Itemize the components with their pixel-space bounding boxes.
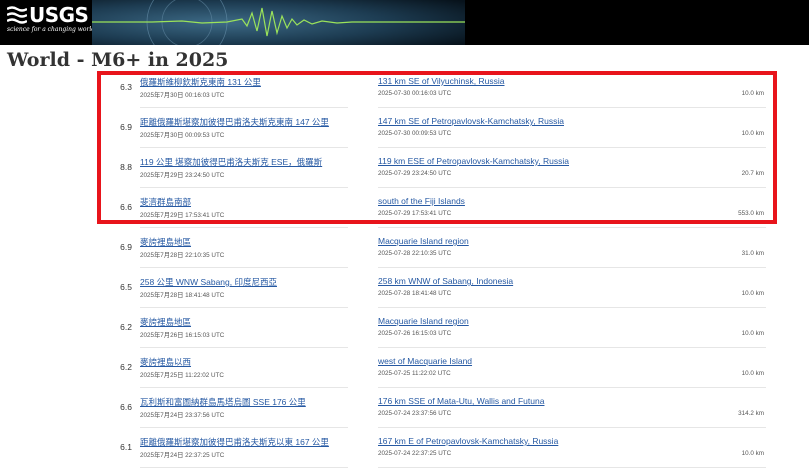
magnitude: 6.9 — [120, 122, 132, 132]
event-local-cell: 距離俄羅斯堪察加彼得巴甫洛夫斯克東南 147 公里 2025年7月30日 00:… — [140, 110, 348, 148]
event-depth: 314.2 km — [738, 410, 764, 417]
event-local-cell: 麥誇裡島地區 2025年7月28日 22:10:35 UTC — [140, 230, 348, 268]
event-time-zh: 2025年7月24日 22:37:25 UTC — [140, 452, 225, 459]
event-english-cell: Macquarie Island region 2025-07-28 22:10… — [378, 230, 766, 268]
event-time-zh: 2025年7月30日 00:16:03 UTC — [140, 92, 225, 99]
event-english-cell: 167 km E of Petropavlovsk-Kamchatsky, Ru… — [378, 430, 766, 468]
event-english-cell: west of Macquarie Island 2025-07-25 11:2… — [378, 350, 766, 388]
place-link-zh[interactable]: 斐濟群島南部 — [140, 196, 191, 208]
magnitude: 6.2 — [120, 362, 132, 372]
event-time-en: 2025-07-29 23:24:50 UTC — [378, 170, 452, 177]
event-english-cell: south of the Fiji Islands 2025-07-29 17:… — [378, 190, 766, 228]
event-row[interactable]: 8.8 119 公里 堪察加彼得巴甫洛夫斯克 ESE，俄羅斯 2025年7月29… — [0, 150, 809, 190]
event-depth: 10.0 km — [741, 290, 764, 297]
event-time-zh: 2025年7月26日 16:15:03 UTC — [140, 332, 225, 339]
place-link-en[interactable]: 176 km SSE of Mata-Utu, Wallis and Futun… — [378, 396, 544, 406]
event-local-cell: 258 公里 WNW Sabang, 印度尼西亞 2025年7月28日 18:4… — [140, 270, 348, 308]
event-local-cell: 瓦利斯和富圖納群島馬塔烏圖 SSE 176 公里 2025年7月24日 23:3… — [140, 390, 348, 428]
event-time-en: 2025-07-28 18:41:48 UTC — [378, 290, 452, 297]
place-link-zh[interactable]: 麥誇裡島以西 — [140, 356, 191, 368]
event-row[interactable]: 6.6 瓦利斯和富圖納群島馬塔烏圖 SSE 176 公里 2025年7月24日 … — [0, 390, 809, 430]
place-link-zh[interactable]: 俄羅斯維柳欽斯克東南 131 公里 — [140, 76, 261, 88]
magnitude: 6.6 — [120, 402, 132, 412]
place-link-en[interactable]: 119 km ESE of Petropavlovsk-Kamchatsky, … — [378, 156, 569, 166]
event-depth: 553.0 km — [738, 210, 764, 217]
event-depth: 10.0 km — [741, 370, 764, 377]
usgs-wave-icon — [7, 6, 27, 24]
magnitude: 6.1 — [120, 442, 132, 452]
event-local-cell: 麥誇裡島以西 2025年7月25日 11:22:02 UTC — [140, 350, 348, 388]
place-link-en[interactable]: south of the Fiji Islands — [378, 196, 465, 206]
place-link-en[interactable]: 131 km SE of Vilyuchinsk, Russia — [378, 76, 504, 86]
event-time-zh: 2025年7月24日 23:37:56 UTC — [140, 412, 225, 419]
event-time-en: 2025-07-24 23:37:56 UTC — [378, 410, 452, 417]
logo-tagline: science for a changing world — [7, 26, 96, 33]
event-row[interactable]: 6.9 距離俄羅斯堪察加彼得巴甫洛夫斯克東南 147 公里 2025年7月30日… — [0, 110, 809, 150]
event-english-cell: Macquarie Island region 2025-07-26 16:15… — [378, 310, 766, 348]
event-time-en: 2025-07-29 17:53:41 UTC — [378, 210, 452, 217]
usgs-logo[interactable]: USGS science for a changing world — [7, 3, 96, 33]
event-depth: 31.0 km — [741, 250, 764, 257]
magnitude: 6.6 — [120, 202, 132, 212]
event-depth: 10.0 km — [741, 90, 764, 97]
place-link-zh[interactable]: 瓦利斯和富圖納群島馬塔烏圖 SSE 176 公里 — [140, 396, 306, 408]
place-link-zh[interactable]: 258 公里 WNW Sabang, 印度尼西亞 — [140, 276, 277, 288]
event-english-cell: 119 km ESE of Petropavlovsk-Kamchatsky, … — [378, 150, 766, 188]
event-depth: 20.7 km — [741, 170, 764, 177]
magnitude: 6.9 — [120, 242, 132, 252]
event-time-zh: 2025年7月25日 11:22:02 UTC — [140, 372, 224, 379]
place-link-zh[interactable]: 麥誇裡島地區 — [140, 316, 191, 328]
event-time-en: 2025-07-26 16:15:03 UTC — [378, 330, 452, 337]
event-english-cell: 147 km SE of Petropavlovsk-Kamchatsky, R… — [378, 110, 766, 148]
event-time-zh: 2025年7月29日 17:53:41 UTC — [140, 212, 225, 219]
place-link-zh[interactable]: 距離俄羅斯堪察加彼得巴甫洛夫斯克東南 147 公里 — [140, 116, 329, 128]
event-local-cell: 俄羅斯維柳欽斯克東南 131 公里 2025年7月30日 00:16:03 UT… — [140, 70, 348, 108]
event-row[interactable]: 6.2 麥誇裡島以西 2025年7月25日 11:22:02 UTC west … — [0, 350, 809, 390]
event-row[interactable]: 6.5 258 公里 WNW Sabang, 印度尼西亞 2025年7月28日 … — [0, 270, 809, 310]
seismogram-icon — [92, 0, 465, 45]
event-english-cell: 258 km WNW of Sabang, Indonesia 2025-07-… — [378, 270, 766, 308]
place-link-zh[interactable]: 距離俄羅斯堪察加彼得巴甫洛夫斯克以東 167 公里 — [140, 436, 329, 448]
event-english-cell: 131 km SE of Vilyuchinsk, Russia 2025-07… — [378, 70, 766, 108]
magnitude: 8.8 — [120, 162, 132, 172]
event-depth: 10.0 km — [741, 330, 764, 337]
event-row[interactable]: 6.1 距離俄羅斯堪察加彼得巴甫洛夫斯克以東 167 公里 2025年7月24日… — [0, 430, 809, 470]
event-local-cell: 斐濟群島南部 2025年7月29日 17:53:41 UTC — [140, 190, 348, 228]
event-time-zh: 2025年7月28日 22:10:35 UTC — [140, 252, 225, 259]
event-time-en: 2025-07-28 22:10:35 UTC — [378, 250, 452, 257]
place-link-zh[interactable]: 119 公里 堪察加彼得巴甫洛夫斯克 ESE，俄羅斯 — [140, 156, 322, 168]
place-link-en[interactable]: Macquarie Island region — [378, 236, 469, 246]
event-row[interactable]: 6.6 斐濟群島南部 2025年7月29日 17:53:41 UTC south… — [0, 190, 809, 230]
event-time-zh: 2025年7月29日 23:24:50 UTC — [140, 172, 225, 179]
place-link-en[interactable]: 258 km WNW of Sabang, Indonesia — [378, 276, 513, 286]
event-time-en: 2025-07-30 00:09:53 UTC — [378, 130, 452, 137]
place-link-zh[interactable]: 麥誇裡島地區 — [140, 236, 191, 248]
event-time-en: 2025-07-25 11:22:02 UTC — [378, 370, 451, 377]
event-time-zh: 2025年7月30日 00:09:53 UTC — [140, 132, 225, 139]
magnitude: 6.5 — [120, 282, 132, 292]
magnitude: 6.2 — [120, 322, 132, 332]
event-time-zh: 2025年7月28日 18:41:48 UTC — [140, 292, 225, 299]
event-depth: 10.0 km — [741, 130, 764, 137]
event-row[interactable]: 6.3 俄羅斯維柳欽斯克東南 131 公里 2025年7月30日 00:16:0… — [0, 70, 809, 110]
place-link-en[interactable]: Macquarie Island region — [378, 316, 469, 326]
event-time-en: 2025-07-30 00:16:03 UTC — [378, 90, 452, 97]
place-link-en[interactable]: west of Macquarie Island — [378, 356, 472, 366]
event-local-cell: 距離俄羅斯堪察加彼得巴甫洛夫斯克以東 167 公里 2025年7月24日 22:… — [140, 430, 348, 468]
site-header: USGS science for a changing world — [0, 0, 809, 45]
page-title: World - M6+ in 2025 — [7, 49, 229, 71]
event-english-cell: 176 km SSE of Mata-Utu, Wallis and Futun… — [378, 390, 766, 428]
event-row[interactable]: 6.9 麥誇裡島地區 2025年7月28日 22:10:35 UTC Macqu… — [0, 230, 809, 270]
event-local-cell: 麥誇裡島地區 2025年7月26日 16:15:03 UTC — [140, 310, 348, 348]
place-link-en[interactable]: 147 km SE of Petropavlovsk-Kamchatsky, R… — [378, 116, 564, 126]
place-link-en[interactable]: 167 km E of Petropavlovsk-Kamchatsky, Ru… — [378, 436, 558, 446]
magnitude: 6.3 — [120, 82, 132, 92]
event-local-cell: 119 公里 堪察加彼得巴甫洛夫斯克 ESE，俄羅斯 2025年7月29日 23… — [140, 150, 348, 188]
logo-text: USGS — [29, 3, 89, 27]
event-row[interactable]: 6.2 麥誇裡島地區 2025年7月26日 16:15:03 UTC Macqu… — [0, 310, 809, 350]
